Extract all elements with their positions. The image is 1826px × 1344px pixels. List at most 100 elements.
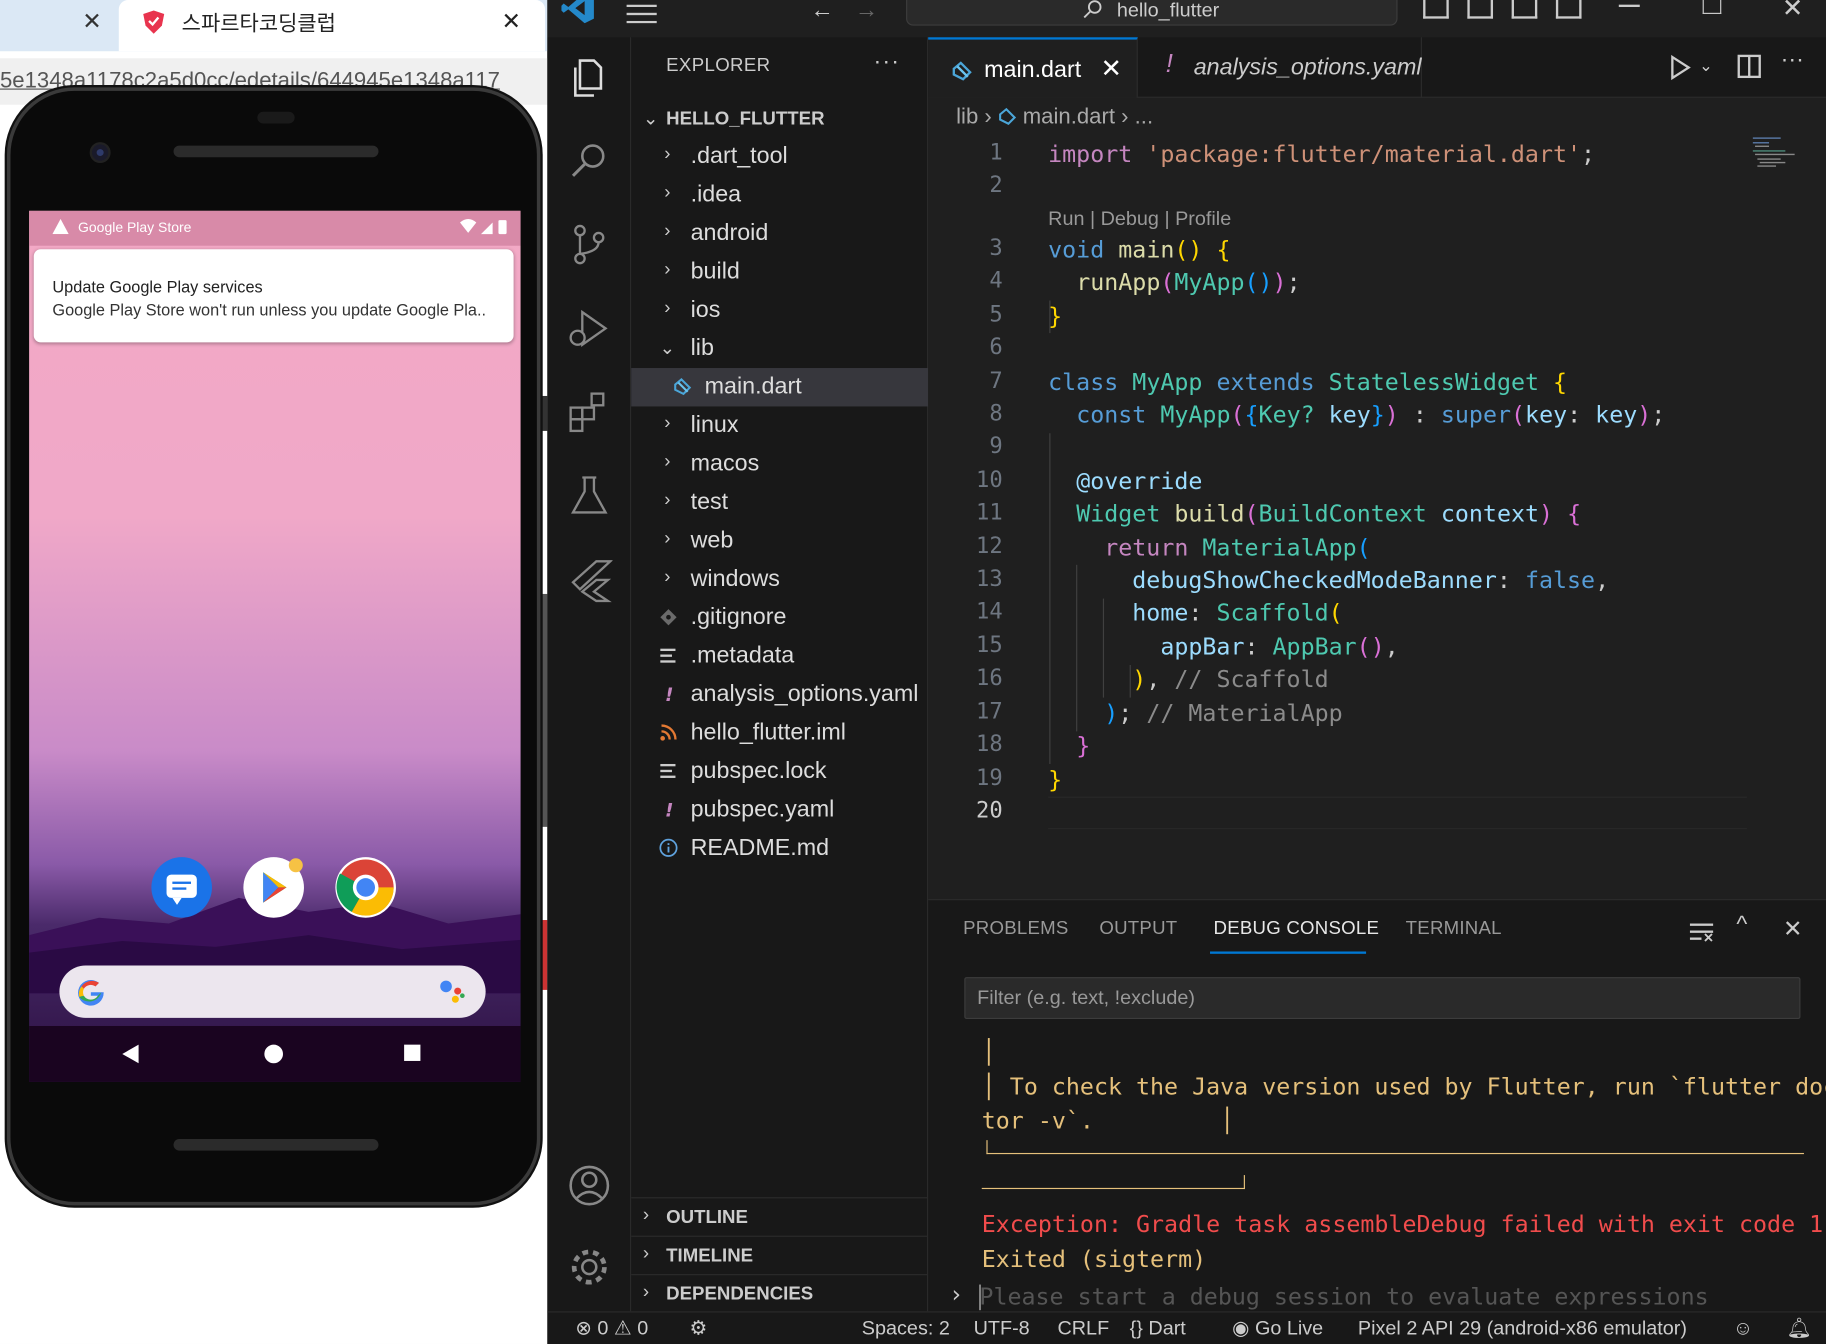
tree-item[interactable]: › windows bbox=[631, 560, 928, 598]
maximize-panel-icon[interactable]: ^ bbox=[1736, 912, 1747, 939]
tree-item[interactable]: ⌄ lib bbox=[631, 330, 928, 368]
accounts-feedback-icon[interactable]: ☺ bbox=[1733, 1317, 1753, 1340]
tree-item[interactable]: › test bbox=[631, 483, 928, 521]
browser-tab-active[interactable]: 스파르타코딩클럽 ✕ bbox=[118, 0, 546, 52]
tree-item[interactable]: README.md bbox=[631, 829, 928, 867]
debug-status-icon[interactable]: ⚙ bbox=[689, 1317, 707, 1340]
chrome-app-icon[interactable] bbox=[335, 857, 396, 918]
nav-back-icon[interactable]: ← bbox=[811, 0, 834, 24]
console-box-border bbox=[986, 1140, 1804, 1155]
toggle-secondary-sidebar-icon[interactable] bbox=[1511, 0, 1538, 19]
tree-item[interactable]: › web bbox=[631, 522, 928, 560]
toggle-sidebar-icon[interactable] bbox=[1423, 0, 1449, 19]
notification-card[interactable]: Update Google Play services Google Play … bbox=[33, 249, 514, 343]
manage-gear-icon[interactable] bbox=[566, 1244, 613, 1291]
play-store-app-icon[interactable] bbox=[243, 857, 304, 918]
close-tab-icon[interactable]: ✕ bbox=[79, 9, 105, 35]
page-fragment bbox=[540, 920, 548, 990]
home-icon[interactable] bbox=[264, 1044, 283, 1064]
project-root[interactable]: ⌄ HELLO_FLUTTER bbox=[631, 105, 928, 135]
token: MyApp bbox=[1174, 267, 1245, 296]
nav-forward-icon[interactable]: → bbox=[855, 0, 878, 24]
more-actions-icon[interactable]: ··· bbox=[1781, 47, 1804, 75]
back-icon[interactable] bbox=[122, 1044, 139, 1064]
tree-item[interactable]: › .idea bbox=[631, 176, 928, 214]
tree-item[interactable]: › ios bbox=[631, 291, 928, 329]
close-window-icon[interactable]: ✕ bbox=[1782, 0, 1803, 23]
run-icon[interactable] bbox=[1669, 54, 1692, 82]
filter-input[interactable] bbox=[977, 978, 1781, 1018]
breadcrumb-more[interactable]: ... bbox=[1135, 105, 1153, 129]
line-number: 19 bbox=[976, 765, 1003, 791]
testing-icon[interactable] bbox=[566, 473, 613, 520]
repl-input[interactable]: Please start a debug session to evaluate… bbox=[979, 1282, 1708, 1310]
code-line-11: Widget build(BuildContext context) { bbox=[1076, 499, 1582, 528]
outline-section[interactable]: › OUTLINE bbox=[631, 1197, 929, 1235]
close-tab-icon[interactable]: ✕ bbox=[498, 9, 524, 35]
tree-item[interactable]: › android bbox=[631, 214, 928, 252]
codelens-run-debug[interactable]: Run | Debug | Profile bbox=[1048, 207, 1231, 230]
timeline-section[interactable]: › TIMELINE bbox=[631, 1235, 929, 1274]
tab-main-dart[interactable]: main.dart ✕ bbox=[928, 37, 1138, 98]
problems-status[interactable]: ⊗ 0 ⚠ 0 bbox=[575, 1317, 648, 1340]
run-dropdown-icon[interactable]: ⌄ bbox=[1699, 56, 1713, 84]
notifications-bell-icon[interactable]: 🔔︎ bbox=[1786, 1317, 1811, 1340]
command-center[interactable]: hello_flutter bbox=[906, 0, 1398, 26]
split-editor-icon[interactable] bbox=[1736, 54, 1762, 82]
maximize-icon[interactable] bbox=[1702, 0, 1722, 14]
code-editor[interactable]: 1 2 3 4 5 6 7 8 9 10 11 12 13 14 15 16 17 18 19 20 import '… bbox=[928, 137, 1826, 899]
phone-screen[interactable]: Google Play Store Update Google Play ser… bbox=[29, 210, 521, 1082]
accounts-icon[interactable] bbox=[566, 1162, 613, 1209]
tab-terminal[interactable]: TERMINAL bbox=[1406, 919, 1502, 940]
recents-icon[interactable] bbox=[404, 1044, 421, 1061]
tab-analysis-options[interactable]: ! analysis_options.yaml bbox=[1138, 37, 1422, 98]
menu-icon[interactable] bbox=[626, 4, 657, 24]
token: Scaffold bbox=[1216, 598, 1329, 627]
google-search-bar[interactable] bbox=[59, 965, 486, 1018]
more-actions-icon[interactable]: ··· bbox=[873, 49, 900, 76]
token: // MaterialApp bbox=[1146, 698, 1343, 727]
breadcrumb-file[interactable]: main.dart bbox=[1023, 105, 1115, 129]
extensions-icon[interactable] bbox=[566, 389, 613, 436]
go-live-status[interactable]: ◉ Go Live bbox=[1232, 1317, 1323, 1340]
search-icon[interactable] bbox=[566, 137, 613, 184]
tab-output[interactable]: OUTPUT bbox=[1099, 919, 1177, 940]
console-filter[interactable] bbox=[964, 977, 1801, 1020]
eol-status[interactable]: CRLF bbox=[1057, 1317, 1109, 1340]
clear-console-icon[interactable] bbox=[1689, 921, 1716, 942]
explorer-icon[interactable] bbox=[566, 54, 613, 101]
code-line-12: return MaterialApp( bbox=[1104, 533, 1371, 562]
minimize-icon[interactable] bbox=[1618, 4, 1640, 7]
run-debug-icon[interactable] bbox=[566, 305, 613, 352]
token: key bbox=[1525, 400, 1568, 429]
tree-item[interactable]: main.dart bbox=[631, 368, 929, 407]
tab-debug-console[interactable]: DEBUG CONSOLE bbox=[1214, 919, 1380, 940]
breadcrumb-folder[interactable]: lib bbox=[956, 105, 978, 129]
tree-item[interactable]: ! pubspec.yaml bbox=[631, 791, 928, 829]
source-control-icon[interactable] bbox=[566, 221, 613, 268]
close-tab-icon[interactable]: ✕ bbox=[1101, 54, 1122, 84]
tree-item[interactable]: hello_flutter.iml bbox=[631, 714, 928, 752]
tree-item[interactable]: .gitignore bbox=[631, 599, 928, 637]
dependencies-section[interactable]: › DEPENDENCIES bbox=[631, 1274, 929, 1312]
google-assistant-icon[interactable] bbox=[439, 979, 467, 1005]
tree-item[interactable]: ! analysis_options.yaml bbox=[631, 675, 928, 713]
tab-problems[interactable]: PROBLEMS bbox=[963, 919, 1068, 940]
indentation-status[interactable]: Spaces: 2 bbox=[862, 1317, 950, 1340]
tree-item[interactable]: › build bbox=[631, 253, 928, 291]
tree-item[interactable]: › .dart_tool bbox=[631, 137, 928, 175]
device-status[interactable]: Pixel 2 API 29 (android-x86 emulator) bbox=[1358, 1317, 1687, 1340]
dart-icon bbox=[998, 107, 1016, 125]
tree-item[interactable]: › linux bbox=[631, 406, 928, 444]
customize-layout-icon[interactable] bbox=[1555, 0, 1582, 19]
tree-item[interactable]: › macos bbox=[631, 445, 928, 483]
token: const bbox=[1076, 400, 1147, 429]
encoding-status[interactable]: UTF-8 bbox=[974, 1317, 1030, 1340]
flutter-icon[interactable] bbox=[566, 557, 613, 604]
tree-item[interactable]: pubspec.lock bbox=[631, 752, 928, 790]
messages-app-icon[interactable] bbox=[151, 857, 212, 918]
tree-item[interactable]: .metadata bbox=[631, 637, 928, 675]
language-status[interactable]: {} Dart bbox=[1130, 1317, 1186, 1340]
toggle-panel-icon[interactable] bbox=[1467, 0, 1494, 19]
close-panel-icon[interactable]: ✕ bbox=[1783, 914, 1803, 943]
